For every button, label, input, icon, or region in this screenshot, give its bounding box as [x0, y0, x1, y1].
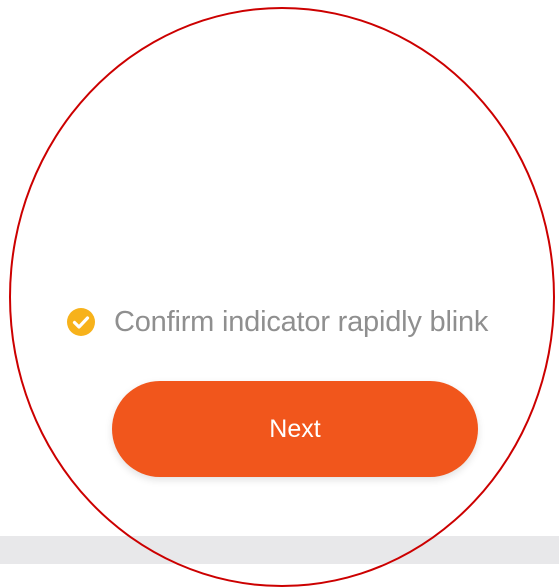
confirm-indicator-row[interactable]: Confirm indicator rapidly blink [66, 302, 488, 342]
bottom-bar [0, 536, 559, 564]
confirm-indicator-label: Confirm indicator rapidly blink [114, 305, 489, 338]
next-button[interactable]: Next [112, 381, 478, 477]
highlight-circle [9, 7, 555, 587]
check-circle-icon[interactable] [66, 307, 96, 337]
